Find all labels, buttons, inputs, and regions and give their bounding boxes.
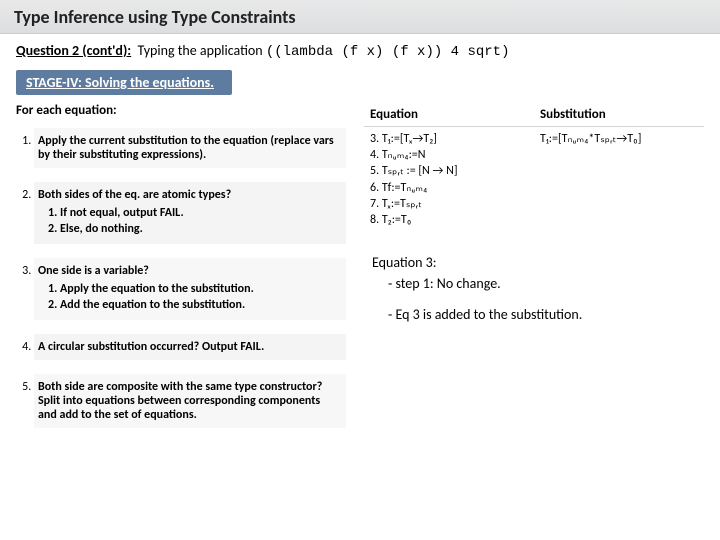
notes-line-2: - Eq 3 is added to the substitution.	[388, 304, 704, 325]
step-2-2: Else, do nothing.	[60, 222, 340, 236]
question-code: ((lambda (f x) (f x)) 4 sqrt)	[266, 44, 510, 60]
notes-line-1: - step 1: No change.	[388, 273, 704, 294]
steps-column: For each equation: Apply the current sub…	[16, 103, 346, 442]
col-substitution: Substitution	[534, 103, 704, 127]
right-column: Equation Substitution 3. T₁:=[Tₓ→T₂] 4. …	[364, 103, 704, 442]
stage-banner: STAGE-IV: Solving the equations.	[16, 70, 232, 95]
page-title: Type Inference using Type Constraints	[14, 6, 296, 28]
question-line: Question 2 (cont'd): Typing the applicat…	[0, 34, 720, 68]
notes-block: Equation 3: - step 1: No change. - Eq 3 …	[364, 252, 704, 325]
step-2: Both sides of the eq. are atomic types? …	[34, 182, 346, 244]
substitution-cell: T₁:=[Tₙᵤₘ₄*Tₛₚᵣₜ→T₀]	[534, 127, 704, 233]
step-2-1: If not equal, output FAIL.	[60, 206, 340, 220]
col-equation: Equation	[364, 103, 534, 127]
step-3: One side is a variable? Apply the equati…	[34, 258, 346, 320]
equation-cell: 3. T₁:=[Tₓ→T₂] 4. Tₙᵤₘ₄:=N 5. Tₛₚᵣₜ := […	[364, 127, 534, 233]
question-prefix: Typing the application	[138, 42, 266, 59]
notes-heading: Equation 3:	[372, 252, 704, 273]
step-1: Apply the current substitution to the eq…	[34, 128, 346, 168]
question-label: Question 2 (cont'd):	[16, 42, 131, 59]
step-4: A circular substitution occurred? Output…	[34, 334, 346, 360]
step-5: Both side are composite with the same ty…	[34, 374, 346, 428]
step-3-2: Add the equation to the substitution.	[60, 298, 340, 312]
steps-heading: For each equation:	[16, 103, 346, 118]
step-3-1: Apply the equation to the substitution.	[60, 282, 340, 296]
